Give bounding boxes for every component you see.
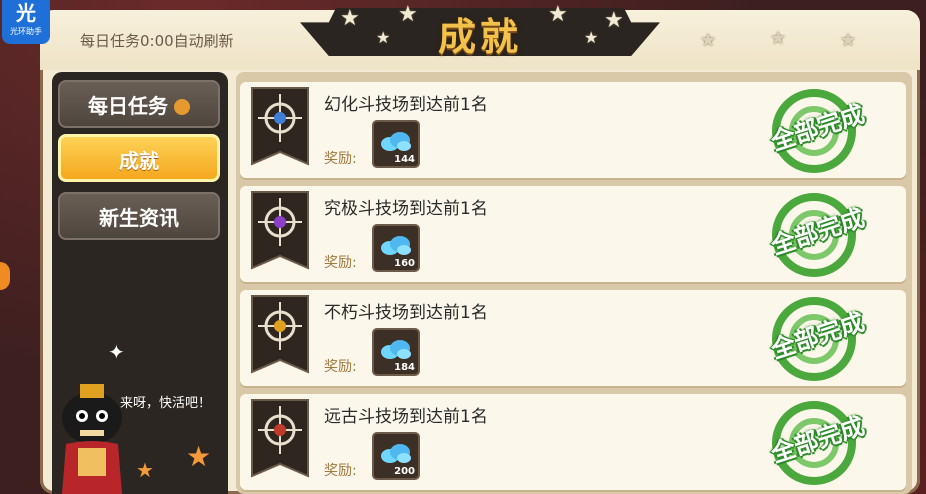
- emblem-gem: [274, 112, 286, 124]
- arena-emblem-icon: [251, 87, 309, 166]
- reward-quantity: 184: [394, 362, 415, 373]
- reward-item[interactable]: 144: [372, 120, 420, 168]
- achievement-task: 幻化斗技场到达前1名: [324, 95, 488, 115]
- achievement-list: 幻化斗技场到达前1名 奖励: 144 全部完成 究极斗技场到达前1名 奖励: 1…: [236, 72, 912, 494]
- reward-item[interactable]: 160: [372, 224, 420, 272]
- achievement-row: 远古斗技场到达前1名 奖励: 200 全部完成: [240, 394, 906, 490]
- mascot-speech: 来呀，快活吧！: [120, 396, 212, 411]
- diamond-icon: [381, 340, 411, 359]
- reward-label: 奖励:: [324, 463, 357, 479]
- star-icon: ★: [604, 8, 624, 33]
- mascot-character: [62, 384, 122, 494]
- badge-icon: [174, 99, 190, 115]
- tab-label: 新生资讯: [99, 206, 179, 230]
- arena-emblem-icon: [251, 191, 309, 270]
- star-icon: ★: [700, 30, 717, 51]
- achievement-row: 究极斗技场到达前1名 奖励: 160 全部完成: [240, 186, 906, 282]
- star-icon: ★: [840, 30, 857, 51]
- emblem-gem: [274, 424, 286, 436]
- reward-label: 奖励:: [324, 359, 357, 375]
- achievement-row: 不朽斗技场到达前1名 奖励: 184 全部完成: [240, 290, 906, 386]
- emblem-gem: [274, 216, 286, 228]
- sparkle-icon: ✦: [108, 340, 125, 364]
- daily-refresh-notice: 每日任务0:00自动刷新: [80, 32, 234, 50]
- page-title: 成就: [437, 15, 522, 59]
- app-logo: 光 光环助手: [2, 0, 50, 44]
- emblem-gem: [274, 320, 286, 332]
- achievement-task: 究极斗技场到达前1名: [324, 199, 488, 219]
- diamond-icon: [381, 444, 411, 463]
- tab-newbie-news[interactable]: 新生资讯: [58, 192, 220, 240]
- achievement-task: 不朽斗技场到达前1名: [324, 303, 488, 323]
- achievement-row: 幻化斗技场到达前1名 奖励: 144 全部完成: [240, 82, 906, 178]
- star-icon: ★: [136, 458, 154, 482]
- tab-daily-tasks[interactable]: 每日任务: [58, 80, 220, 128]
- reward-item[interactable]: 184: [372, 328, 420, 376]
- tab-achievements[interactable]: 成就: [58, 134, 220, 182]
- reward-quantity: 160: [394, 258, 415, 269]
- reward-label: 奖励:: [324, 255, 357, 271]
- logo-text: 光环助手: [10, 27, 42, 36]
- star-icon: ★: [584, 28, 599, 47]
- tab-label: 成就: [119, 149, 159, 173]
- reward-quantity: 144: [394, 154, 415, 165]
- star-icon: ★: [186, 440, 212, 473]
- diamond-icon: [381, 236, 411, 255]
- reward-item[interactable]: 200: [372, 432, 420, 480]
- arena-emblem-icon: [251, 295, 309, 374]
- diamond-icon: [381, 132, 411, 151]
- tab-label: 每日任务: [88, 94, 168, 118]
- arena-emblem-icon: [251, 399, 309, 478]
- star-icon: ★: [770, 28, 787, 49]
- achievement-task: 远古斗技场到达前1名: [324, 407, 488, 427]
- reward-label: 奖励:: [324, 151, 357, 167]
- logo-glyph: 光: [16, 1, 36, 25]
- star-icon: ★: [340, 6, 360, 31]
- reward-quantity: 200: [394, 466, 415, 477]
